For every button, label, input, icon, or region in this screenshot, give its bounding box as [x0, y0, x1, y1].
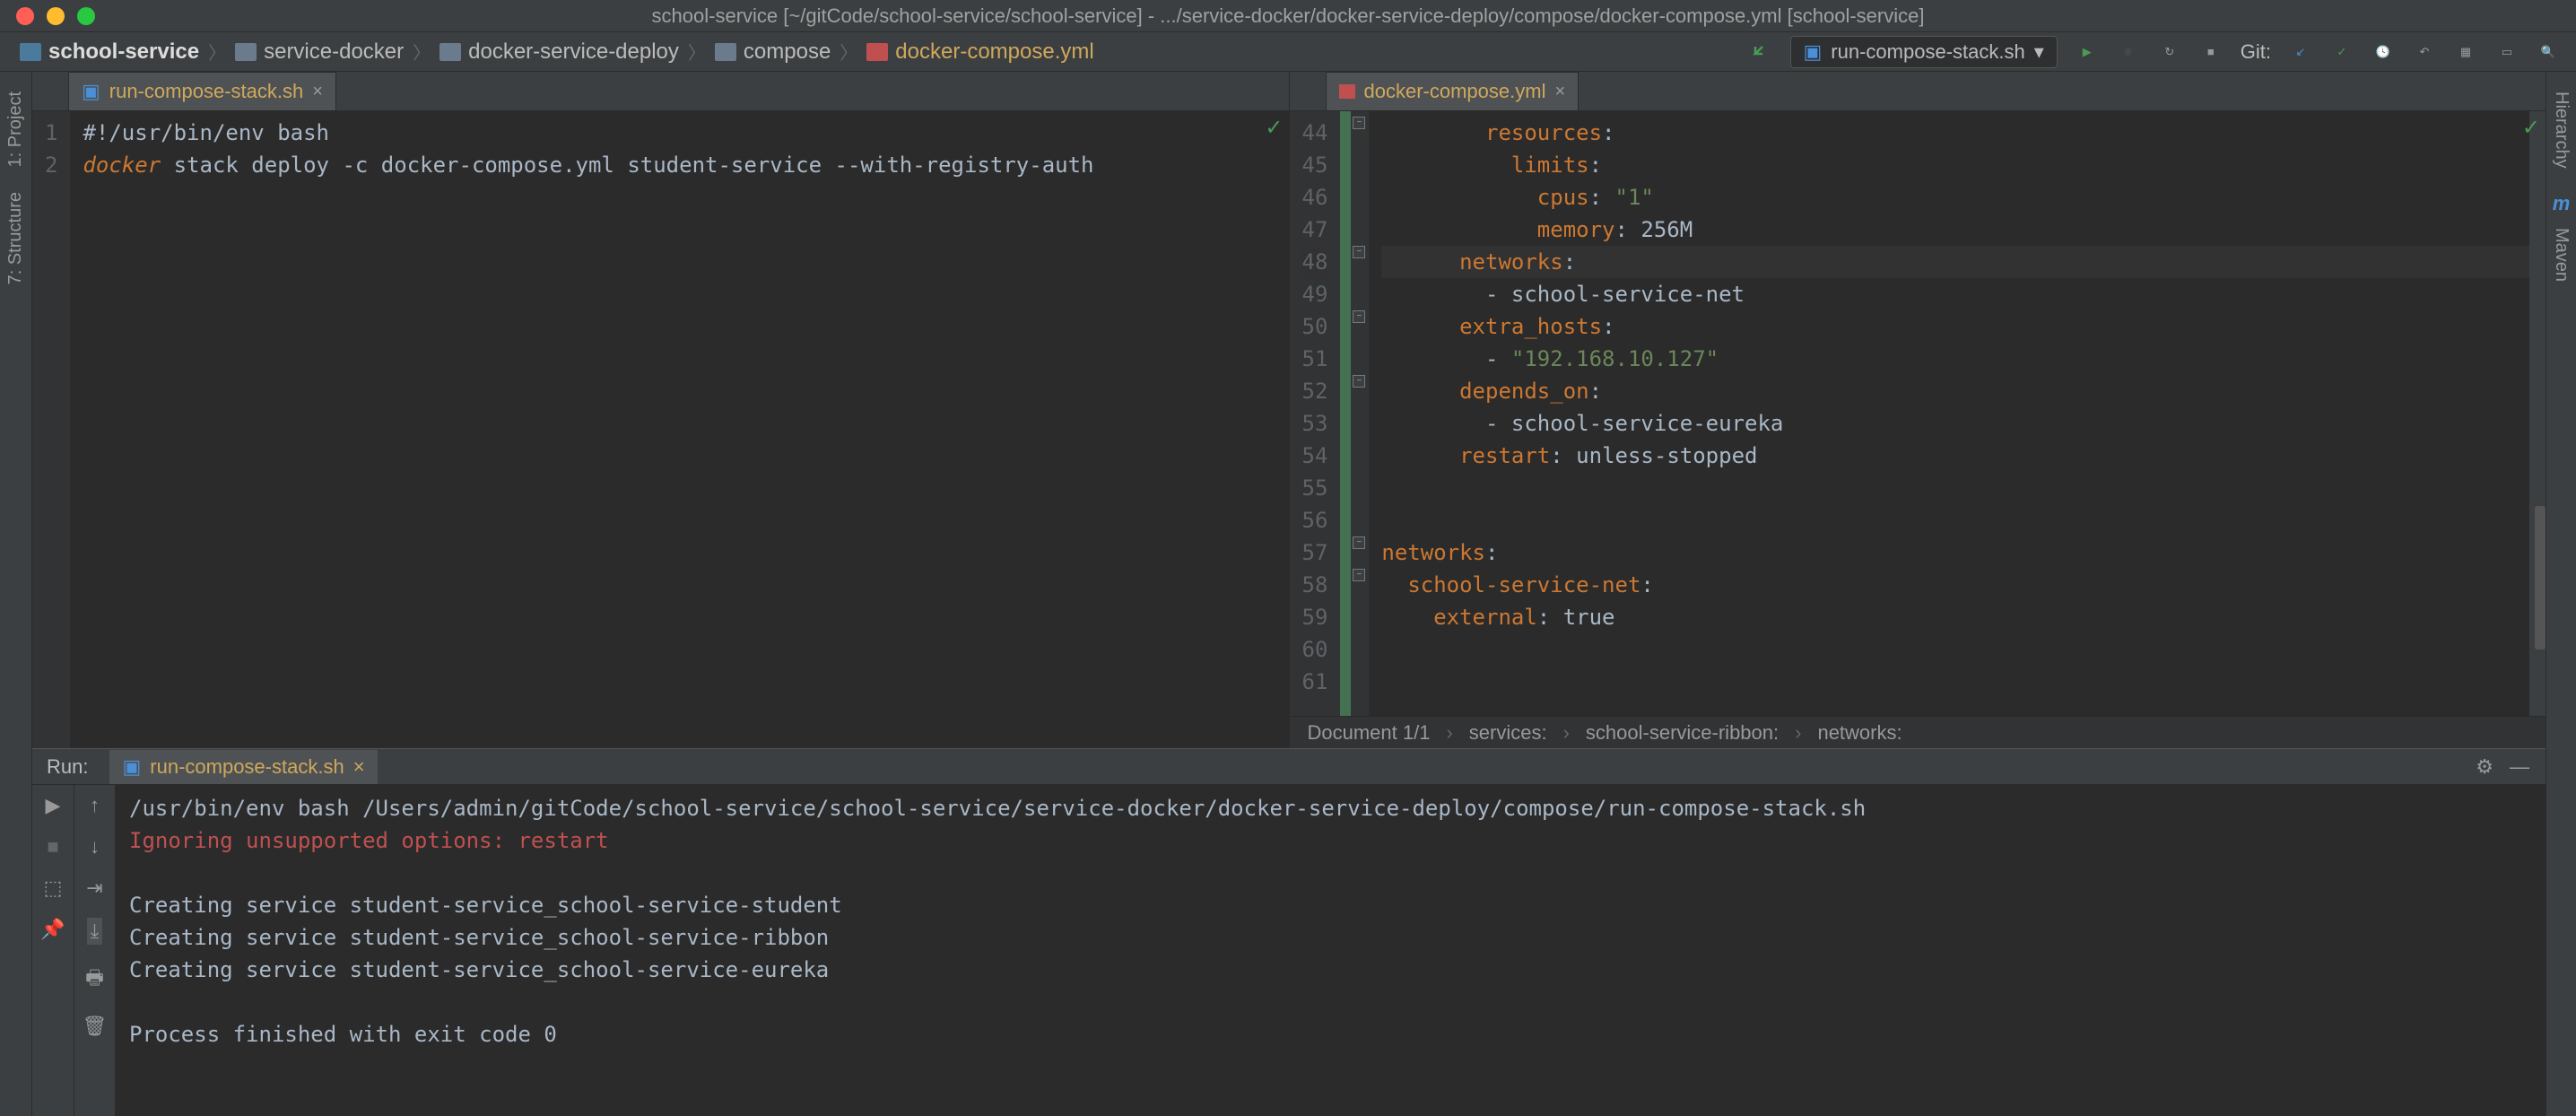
- tab-label: run-compose-stack.sh: [109, 80, 303, 103]
- inspection-ok-icon[interactable]: ✓: [1265, 115, 1283, 141]
- search-everywhere-icon[interactable]: 🔍: [2537, 40, 2560, 64]
- chevron-right-icon: ›: [1563, 721, 1570, 745]
- hierarchy-tool-button[interactable]: Hierarchy: [2551, 92, 2572, 169]
- inspection-ok-icon[interactable]: ✓: [2522, 115, 2540, 141]
- close-tab-icon[interactable]: ×: [353, 755, 365, 779]
- editor-breadcrumbs: Document 1/1 › services: › school-servic…: [1290, 716, 2546, 748]
- rerun-button[interactable]: ▶: [46, 794, 61, 817]
- minimize-window-button[interactable]: [47, 7, 65, 25]
- chevron-right-icon: 〉: [688, 39, 706, 65]
- breadcrumb-file[interactable]: docker-compose.yml: [895, 39, 1093, 65]
- run-output[interactable]: /usr/bin/env bash /Users/admin/gitCode/s…: [115, 785, 2546, 1116]
- run-label: Run:: [47, 755, 88, 779]
- project-icon: [20, 43, 41, 61]
- breadcrumb-item[interactable]: docker-service-deploy: [468, 39, 679, 65]
- editor-right[interactable]: 444546474849505152535455565758596061 − −…: [1290, 111, 2546, 716]
- run-button[interactable]: ▶: [2076, 40, 2099, 64]
- clear-icon[interactable]: 🗑: [83, 1015, 108, 1038]
- breadcrumb-node[interactable]: school-service-ribbon:: [1586, 721, 1779, 745]
- breadcrumb-node[interactable]: services:: [1469, 721, 1547, 745]
- ide-settings-icon[interactable]: ▦: [2454, 40, 2477, 64]
- run-tab-label: run-compose-stack.sh: [150, 755, 344, 779]
- layout-icon[interactable]: ▭: [2495, 40, 2519, 64]
- fold-handle[interactable]: −: [1353, 246, 1365, 258]
- close-tab-icon[interactable]: ×: [1554, 82, 1565, 102]
- run-toolbar-left2: ↑ ↓ ⇥ ⤓ 🖶 🗑: [74, 785, 115, 1116]
- scrollbar-thumb[interactable]: [2535, 506, 2546, 650]
- code-content[interactable]: #!/usr/bin/env bash docker stack deploy …: [70, 111, 1288, 748]
- right-tool-strip: Hierarchy m Maven: [2546, 72, 2576, 1116]
- breadcrumb-item[interactable]: service-docker: [264, 39, 404, 65]
- print-icon[interactable]: 🖶: [85, 963, 104, 997]
- breadcrumb-root[interactable]: school-service: [48, 39, 199, 65]
- pin-button[interactable]: 📌: [40, 918, 65, 941]
- editor-tab[interactable]: docker-compose.yml ×: [1326, 72, 1580, 110]
- history-icon[interactable]: 🕓: [2371, 40, 2395, 64]
- structure-tool-button[interactable]: 7: Structure: [5, 192, 26, 284]
- fold-gutter: − − − − − −: [1351, 111, 1369, 716]
- soft-wrap-icon[interactable]: ⇥: [86, 876, 102, 900]
- titlebar: school-service [~/gitCode/school-service…: [0, 0, 2576, 32]
- back-arrow-icon[interactable]: [1749, 40, 1772, 64]
- line-numbers: 12: [32, 111, 70, 748]
- maven-m-icon: m: [2553, 192, 2571, 215]
- breadcrumb-item[interactable]: compose: [744, 39, 831, 65]
- stop-button[interactable]: ■: [47, 835, 58, 859]
- chevron-down-icon: ▾: [2034, 40, 2044, 64]
- folder-icon: [715, 43, 736, 61]
- layout-button[interactable]: ⬚: [44, 876, 63, 900]
- editor-left[interactable]: 12 #!/usr/bin/env bash docker stack depl…: [32, 111, 1289, 748]
- minimize-panel-icon[interactable]: —: [2510, 755, 2529, 779]
- maximize-window-button[interactable]: [77, 7, 95, 25]
- git-commit-icon[interactable]: ✓: [2330, 40, 2354, 64]
- fold-handle[interactable]: −: [1353, 569, 1365, 581]
- chevron-right-icon: 〉: [840, 39, 857, 65]
- stop-button[interactable]: ■: [2199, 40, 2223, 64]
- navigation-bar: school-service 〉 service-docker 〉 docker…: [0, 32, 2576, 72]
- vcs-change-marker: [1340, 111, 1351, 716]
- revert-icon[interactable]: ↶: [2413, 40, 2436, 64]
- down-icon[interactable]: ↓: [90, 835, 100, 859]
- fold-handle[interactable]: −: [1353, 117, 1365, 129]
- coverage-button[interactable]: ↻: [2158, 40, 2181, 64]
- yaml-file-icon: [866, 43, 888, 61]
- fold-handle[interactable]: −: [1353, 536, 1365, 549]
- fold-handle[interactable]: −: [1353, 310, 1365, 323]
- up-icon[interactable]: ↑: [90, 794, 100, 817]
- chevron-right-icon: 〉: [413, 39, 431, 65]
- editor-tab[interactable]: ▣ run-compose-stack.sh ×: [68, 72, 336, 110]
- close-window-button[interactable]: [16, 7, 34, 25]
- debug-button[interactable]: ⌾: [2117, 40, 2140, 64]
- maven-tool-button[interactable]: Maven: [2551, 228, 2572, 282]
- folder-icon: [439, 43, 461, 61]
- scroll-to-end-icon[interactable]: ⤓: [87, 918, 103, 945]
- settings-icon[interactable]: ⚙: [2476, 755, 2493, 779]
- git-update-icon[interactable]: ↙: [2289, 40, 2312, 64]
- folder-icon: [235, 43, 257, 61]
- window-title: school-service [~/gitCode/school-service…: [652, 4, 1925, 28]
- run-tool-window: Run: ▣ run-compose-stack.sh × ⚙ — ▶ ■ ⬚ …: [32, 748, 2546, 1116]
- code-content[interactable]: resources: limits: cpus: "1" memory: 256…: [1369, 111, 2529, 716]
- run-config-selector[interactable]: ▣ run-compose-stack.sh ▾: [1790, 36, 2058, 68]
- chevron-right-icon: ›: [1795, 721, 1801, 745]
- chevron-right-icon: ›: [1446, 721, 1452, 745]
- chevron-right-icon: 〉: [208, 39, 226, 65]
- yaml-file-icon: [1339, 84, 1355, 99]
- fold-handle[interactable]: −: [1353, 375, 1365, 388]
- breadcrumb-doc[interactable]: Document 1/1: [1308, 721, 1431, 745]
- project-tool-button[interactable]: 1: Project: [5, 92, 26, 167]
- run-config-label: run-compose-stack.sh: [1831, 40, 2024, 64]
- left-tool-strip: 1: Project 7: Structure: [0, 72, 32, 1116]
- tab-label: docker-compose.yml: [1364, 80, 1546, 103]
- run-tab[interactable]: ▣ run-compose-stack.sh ×: [109, 750, 377, 784]
- breadcrumb-node[interactable]: networks:: [1817, 721, 1902, 745]
- close-tab-icon[interactable]: ×: [312, 82, 323, 102]
- line-numbers: 444546474849505152535455565758596061: [1290, 111, 1341, 716]
- git-label: Git:: [2241, 40, 2271, 64]
- overview-ruler[interactable]: [2529, 111, 2546, 716]
- run-toolbar-left: ▶ ■ ⬚ 📌: [32, 785, 74, 1116]
